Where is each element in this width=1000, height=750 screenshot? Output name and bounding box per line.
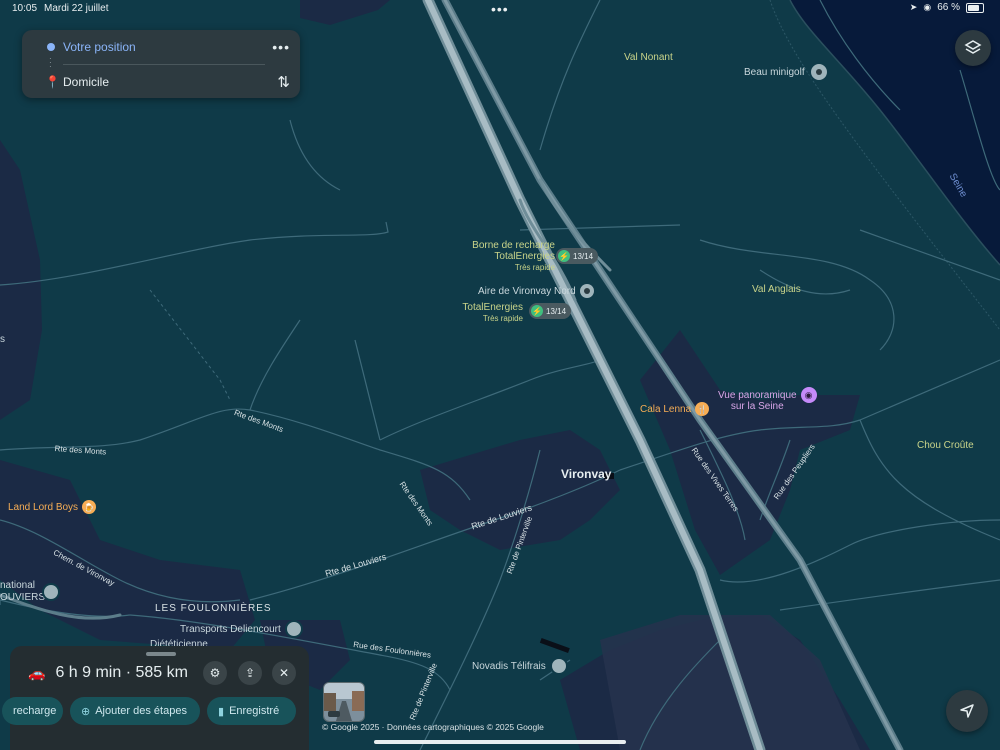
place-label-edge: s	[0, 334, 5, 345]
bookmark-icon: ▮	[218, 705, 225, 718]
layers-icon	[964, 40, 982, 54]
charger-count: 13/14	[573, 251, 594, 261]
poi-totalenergies[interactable]: TotalEnergies Très rapide	[443, 302, 523, 323]
more-options-icon[interactable]: •••	[272, 39, 290, 55]
sliders-icon: ⚙	[209, 666, 221, 680]
ev-charger-badge[interactable]: ⚡ 13/14	[529, 303, 572, 319]
wifi-icon: ◉	[923, 2, 932, 12]
add-stop-icon: ⊕	[81, 705, 91, 718]
location-arrow-icon: ➤	[909, 2, 918, 12]
multitasking-dots-icon[interactable]: •••	[491, 1, 509, 17]
place-label-national: national OUVIERS	[0, 580, 45, 604]
bolt-icon: ⚡	[531, 305, 543, 317]
status-bar: 10:05 Mardi 22 juillet ••• ➤ ◉ 66 %	[0, 0, 1000, 18]
status-time: 10:05	[12, 3, 38, 14]
place-beau-minigolf[interactable]: Beau minigolf	[744, 62, 829, 82]
place-label-line1: national	[0, 580, 36, 591]
chip-label: recharge	[13, 705, 57, 717]
poi-vue-panoramique[interactable]: Vue panoramique sur la Seine ◉	[718, 387, 817, 412]
route-summary: 🚗 6 h 9 min · 585 km	[28, 664, 188, 682]
navigation-arrow-icon	[960, 704, 974, 718]
chip-saved[interactable]: ▮ Enregistré	[207, 697, 296, 725]
charger-count: 13/14	[546, 306, 567, 316]
poi-land-lord-boys[interactable]: Land Lord Boys 🍺	[8, 500, 97, 514]
place-vironvay[interactable]: Vironvay	[561, 467, 611, 481]
poi-label: Aire de Vironvay Nord	[478, 285, 576, 297]
origin-dot-icon	[47, 43, 55, 51]
layers-button[interactable]	[955, 30, 991, 66]
place-chou-croute[interactable]: Chou Croûte	[917, 440, 974, 451]
battery-percent: 66 %	[937, 2, 960, 13]
map-copyright: © Google 2025 · Données cartographiques …	[322, 722, 544, 732]
origin-field[interactable]: Votre position	[63, 40, 136, 54]
street-view-thumbnail[interactable]	[323, 682, 365, 722]
car-icon: 🚗	[28, 664, 46, 681]
destination-row[interactable]: 📍 Domicile ⇅	[22, 67, 300, 97]
place-label-line2: OUVIERS	[0, 592, 46, 603]
poi-label-line1: Vue panoramique	[718, 390, 797, 401]
pin-icon	[549, 657, 568, 675]
place-foulonnieres[interactable]: LES FOULONNIÈRES	[155, 603, 272, 614]
place-val-nonant[interactable]: Val Nonant	[624, 52, 673, 63]
poi-label: Cala Lenna	[640, 403, 692, 415]
poi-label-line1: Borne de recharge	[472, 240, 555, 251]
pin-icon[interactable]	[42, 583, 60, 601]
battery-icon	[966, 2, 984, 13]
bolt-icon: ⚡	[558, 250, 570, 262]
drag-handle[interactable]	[146, 652, 176, 656]
poi-cala-lenna[interactable]: Cala Lenna 🍴	[640, 402, 710, 416]
status-right: ➤ ◉ 66 %	[910, 2, 984, 13]
poi-label-line2: TotalEnergies	[494, 251, 555, 262]
close-button[interactable]: ✕	[272, 661, 296, 685]
destination-field[interactable]: Domicile	[63, 75, 109, 89]
divider	[63, 64, 265, 65]
share-icon: ⇪	[244, 666, 256, 680]
route-summary-text: 6 h 9 min · 585 km	[55, 664, 188, 681]
poi-label: Novadis Télifrais	[472, 660, 546, 672]
camera-icon: ◉	[800, 387, 817, 403]
restaurant-icon: 🍴	[695, 402, 710, 416]
directions-sheet[interactable]: 🚗 6 h 9 min · 585 km ⚙ ⇪ ✕ recharge ⊕ Aj…	[2, 646, 309, 750]
destination-pin-icon: 📍	[45, 75, 60, 89]
poi-label-line2: sur la Seine	[730, 401, 784, 412]
rest-area-icon	[579, 284, 594, 298]
poi-label-line1: TotalEnergies	[462, 302, 523, 313]
map-canvas[interactable]	[0, 0, 1000, 750]
chip-recharge[interactable]: recharge	[2, 697, 63, 725]
recenter-button[interactable]	[946, 690, 988, 732]
poi-transports[interactable]: Transports Deliencourt	[180, 620, 303, 638]
restaurant-icon: 🍺	[82, 500, 97, 514]
pin-icon	[284, 620, 303, 638]
poi-label-speed: Très rapide	[514, 263, 555, 272]
chip-label: Ajouter des étapes	[95, 705, 187, 717]
home-indicator[interactable]	[374, 740, 626, 744]
poi-label-speed: Très rapide	[482, 314, 523, 323]
status-date: Mardi 22 juillet	[44, 3, 109, 14]
place-label: Beau minigolf	[744, 66, 805, 78]
poi-novadis[interactable]: Novadis Télifrais	[472, 657, 568, 675]
ev-charger-badge[interactable]: ⚡ 13/14	[556, 248, 599, 264]
route-options-button[interactable]: ⚙	[203, 661, 227, 685]
poi-label: Transports Deliencourt	[180, 623, 281, 635]
poi-aire-vironvay[interactable]: Aire de Vironvay Nord	[478, 284, 594, 298]
place-val-anglais[interactable]: Val Anglais	[752, 284, 801, 295]
origin-row[interactable]: Votre position •••	[22, 32, 300, 62]
chip-label: Enregistré	[229, 705, 280, 717]
close-icon: ✕	[278, 666, 290, 680]
poi-borne-recharge[interactable]: Borne de recharge TotalEnergies Très rap…	[455, 240, 555, 272]
swap-icon[interactable]: ⇅	[277, 73, 290, 91]
pin-icon	[808, 62, 829, 82]
route-card: Votre position ••• · · · 📍 Domicile ⇅	[22, 30, 300, 98]
share-button[interactable]: ⇪	[238, 661, 262, 685]
chip-add-stops[interactable]: ⊕ Ajouter des étapes	[70, 697, 200, 725]
poi-label: Land Lord Boys	[8, 501, 79, 513]
